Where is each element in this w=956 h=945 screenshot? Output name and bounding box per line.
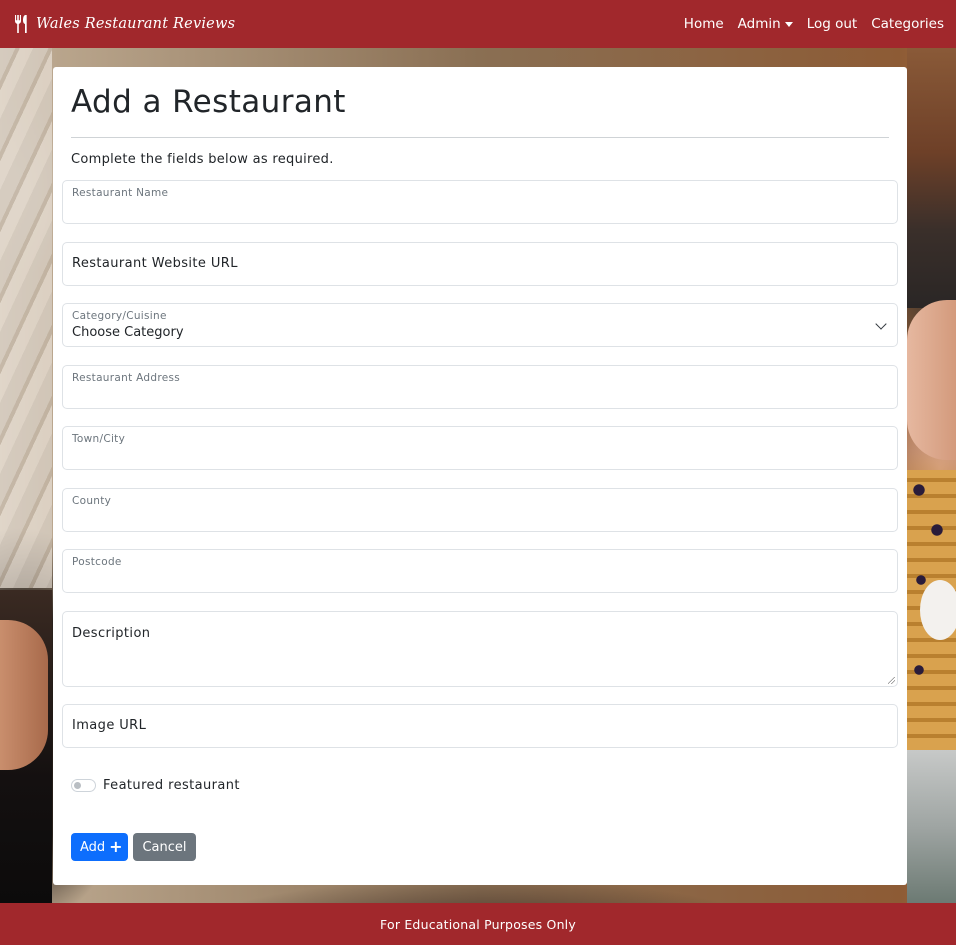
image-url-field[interactable]: Image URL bbox=[62, 704, 898, 748]
nav-admin-dropdown[interactable]: Admin bbox=[738, 16, 793, 32]
address-label: Restaurant Address bbox=[72, 372, 181, 384]
description-label: Description bbox=[72, 626, 151, 641]
image-url-label: Image URL bbox=[72, 718, 147, 733]
category-selected-value: Choose Category bbox=[72, 325, 184, 340]
nav-admin-label: Admin bbox=[737, 16, 781, 32]
background-glass bbox=[907, 750, 956, 903]
add-button-label: Add bbox=[80, 839, 106, 855]
cancel-button[interactable]: Cancel bbox=[133, 833, 196, 861]
postcode-label: Postcode bbox=[72, 556, 122, 568]
caret-down-icon bbox=[784, 22, 793, 27]
page-title: Add a Restaurant bbox=[71, 84, 346, 120]
background-hand-left bbox=[0, 620, 48, 770]
plus-icon: + bbox=[109, 837, 123, 856]
website-url-field[interactable]: Restaurant Website URL bbox=[62, 242, 898, 286]
postcode-field[interactable]: Postcode bbox=[62, 549, 898, 593]
address-field[interactable]: Restaurant Address bbox=[62, 365, 898, 409]
add-restaurant-card: Add a Restaurant Complete the fields bel… bbox=[53, 67, 907, 885]
restaurant-name-label: Restaurant Name bbox=[72, 187, 169, 199]
background-hand-right bbox=[907, 300, 956, 460]
background-plate bbox=[907, 48, 956, 308]
background-wood bbox=[0, 48, 52, 588]
website-url-label: Restaurant Website URL bbox=[72, 256, 238, 271]
nav-categories[interactable]: Categories bbox=[871, 16, 944, 32]
background-cream bbox=[920, 580, 956, 640]
county-field[interactable]: County bbox=[62, 488, 898, 532]
town-label: Town/City bbox=[72, 433, 126, 445]
category-select[interactable]: Category/Cuisine Choose Category bbox=[62, 303, 898, 347]
title-divider bbox=[71, 137, 889, 138]
restaurant-name-field[interactable]: Restaurant Name bbox=[62, 180, 898, 224]
description-textarea[interactable]: Description bbox=[62, 611, 898, 687]
utensils-icon bbox=[14, 15, 30, 33]
chevron-down-icon bbox=[875, 318, 887, 330]
brand-name: Wales Restaurant Reviews bbox=[36, 16, 236, 32]
town-field[interactable]: Town/City bbox=[62, 426, 898, 470]
form-actions: Add + Cancel bbox=[71, 833, 196, 861]
navbar: Wales Restaurant Reviews Home Admin Log … bbox=[0, 0, 956, 48]
footer: For Educational Purposes Only bbox=[0, 903, 956, 945]
brand-link[interactable]: Wales Restaurant Reviews bbox=[14, 15, 235, 33]
footer-text: For Educational Purposes Only bbox=[380, 916, 576, 932]
nav-logout[interactable]: Log out bbox=[807, 16, 858, 32]
category-label: Category/Cuisine bbox=[72, 310, 167, 322]
intro-text: Complete the fields below as required. bbox=[71, 152, 334, 167]
add-button[interactable]: Add + bbox=[71, 833, 128, 861]
county-label: County bbox=[72, 495, 112, 507]
featured-label: Featured restaurant bbox=[103, 778, 240, 793]
resize-handle-icon[interactable] bbox=[888, 677, 895, 684]
nav-home[interactable]: Home bbox=[684, 16, 724, 32]
featured-switch[interactable] bbox=[71, 779, 96, 792]
nav-links: Home Admin Log out Categories bbox=[684, 16, 944, 32]
featured-toggle-row: Featured restaurant bbox=[71, 778, 240, 793]
